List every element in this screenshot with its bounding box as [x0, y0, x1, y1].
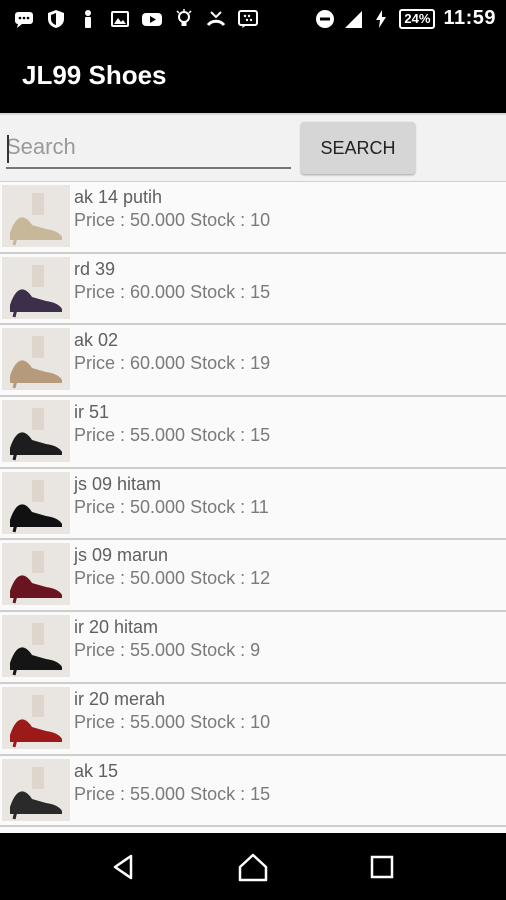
back-icon	[114, 854, 133, 879]
list-item[interactable]: ak 02 Price : 60.000 Stock : 19	[0, 325, 506, 398]
navigation-bar	[0, 833, 506, 900]
do-not-disturb-icon	[315, 9, 335, 29]
list-item[interactable]: rd 39 Price : 60.000 Stock : 15	[0, 253, 506, 326]
search-row: SEARCH	[0, 113, 506, 181]
product-name: ir 20 hitam	[74, 617, 159, 638]
home-icon	[238, 853, 268, 881]
product-info: ak 14 putih Price : 50.000 Stock : 10	[72, 182, 270, 232]
product-thumbnail	[2, 615, 70, 678]
text-caret	[7, 135, 9, 163]
product-info: ak 02 Price : 60.000 Stock : 19	[72, 325, 270, 375]
recents-icon	[370, 855, 393, 878]
missed-call-icon	[206, 9, 226, 29]
product-price-stock: Price : 55.000 Stock : 10	[74, 711, 271, 732]
bulb-icon	[174, 8, 194, 29]
chat-icon	[14, 9, 34, 29]
product-info: js 09 marun Price : 50.000 Stock : 12	[72, 540, 270, 590]
list-item[interactable]: ak 14 putih Price : 50.000 Stock : 10	[0, 182, 506, 254]
product-name: ak 14 putih	[74, 187, 163, 207]
recents-button[interactable]	[352, 837, 412, 897]
list-item[interactable]: js 09 marun Price : 50.000 Stock : 12	[0, 540, 506, 613]
product-thumbnail	[2, 256, 70, 319]
app-bar: JL99 Shoes	[0, 37, 506, 113]
product-thumbnail	[2, 758, 70, 821]
back-button[interactable]	[94, 837, 154, 897]
home-button[interactable]	[223, 837, 283, 897]
list-item[interactable]: js 09 hitam Price : 50.000 Stock : 11	[0, 468, 506, 541]
product-list[interactable]: ak 14 putih Price : 50.000 Stock : 10 rd 3…	[0, 181, 506, 833]
product-name: ir 20 merah	[74, 688, 166, 709]
product-price-stock: Price : 50.000 Stock : 11	[74, 496, 269, 517]
product-price-stock: Price : 55.000 Stock : 9	[74, 640, 261, 661]
search-input[interactable]	[6, 127, 291, 169]
youtube-icon	[142, 9, 162, 29]
product-info: ak 15 Price : 55.000 Stock : 15	[72, 756, 270, 806]
product-name: js 09 marun	[74, 545, 169, 566]
product-info: ir 20 merah Price : 55.000 Stock : 10	[72, 684, 270, 734]
product-name: js 09 hitam	[74, 473, 162, 494]
product-price-stock: Price : 60.000 Stock : 19	[74, 353, 271, 374]
product-price-stock: Price : 55.000 Stock : 15	[74, 425, 271, 446]
product-thumbnail	[2, 400, 70, 463]
product-thumbnail	[2, 686, 70, 749]
product-info: js 09 hitam Price : 50.000 Stock : 11	[72, 469, 269, 519]
product-name: ir 51	[74, 402, 110, 423]
charging-icon	[371, 9, 391, 29]
signal-icon	[343, 9, 363, 29]
product-name: ak 02	[74, 330, 119, 351]
product-name: ak 15	[74, 760, 119, 781]
list-item[interactable]: ak 15 Price : 55.000 Stock : 15	[0, 755, 506, 828]
image-icon	[110, 9, 130, 29]
clock: 11:59	[443, 7, 496, 29]
battery-icon: 24%	[399, 8, 436, 29]
list-item[interactable]: ir 20 merah Price : 55.000 Stock : 10	[0, 683, 506, 756]
product-info: ir 51 Price : 55.000 Stock : 15	[72, 397, 270, 447]
product-price-stock: Price : 50.000 Stock : 12	[74, 568, 271, 589]
list-item[interactable]: ir 20 hitam Price : 55.000 Stock : 9	[0, 612, 506, 684]
shield-icon	[46, 9, 66, 29]
product-thumbnail	[2, 543, 70, 606]
notification-icon	[78, 9, 98, 29]
bbm-icon	[238, 9, 258, 29]
product-thumbnail	[2, 328, 70, 391]
search-button[interactable]: SEARCH	[301, 122, 415, 174]
product-info: ir 20 hitam Price : 55.000 Stock : 9	[72, 612, 260, 662]
product-thumbnail	[2, 185, 70, 247]
app-title: JL99 Shoes	[22, 59, 167, 90]
product-info: rd 39 Price : 60.000 Stock : 15	[72, 254, 270, 304]
list-item[interactable]: ir 51 Price : 55.000 Stock : 15	[0, 397, 506, 469]
product-price-stock: Price : 55.000 Stock : 15	[74, 783, 271, 804]
product-price-stock: Price : 50.000 Stock : 10	[74, 210, 271, 230]
product-name: rd 39	[74, 258, 116, 279]
status-bar: 24% 11:59	[0, 0, 506, 37]
product-price-stock: Price : 60.000 Stock : 15	[74, 281, 271, 302]
product-thumbnail	[2, 471, 70, 534]
